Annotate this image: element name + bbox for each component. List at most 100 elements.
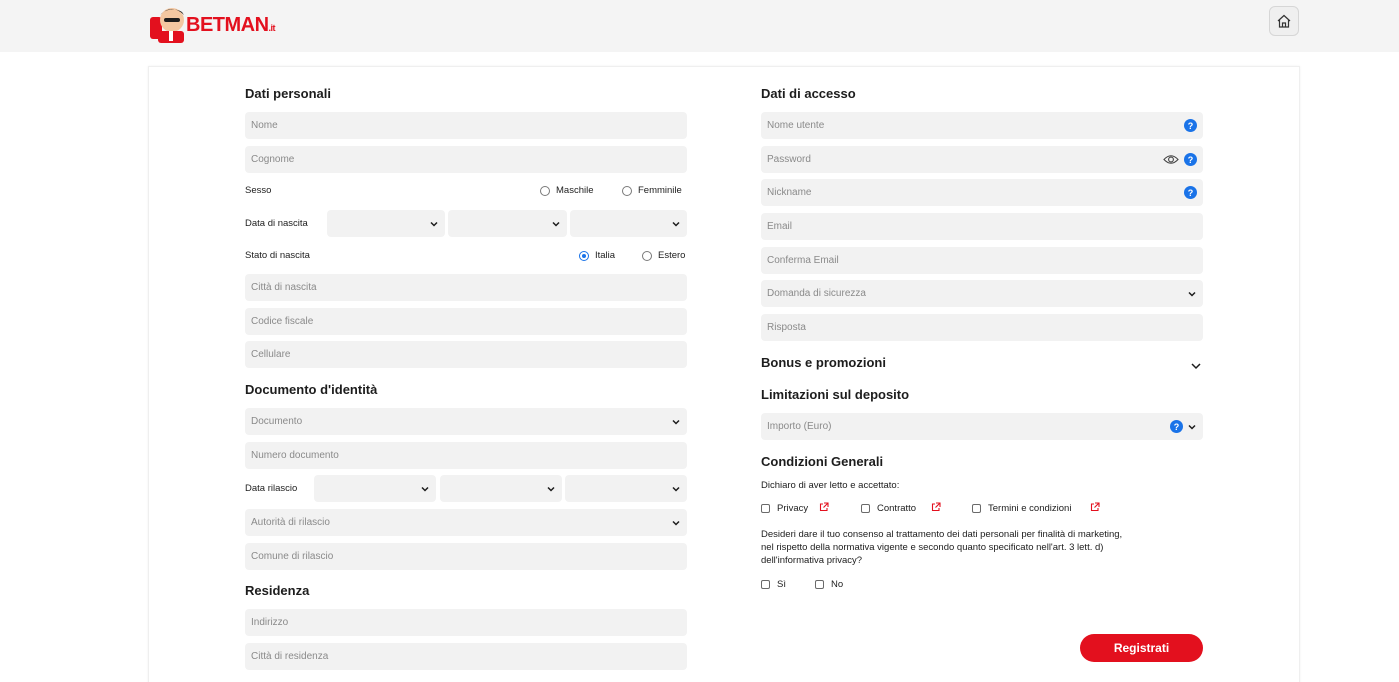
checkbox-box	[815, 580, 824, 589]
radio-label: Femminile	[638, 185, 682, 196]
birth-day-select[interactable]	[327, 210, 445, 237]
nickname-placeholder: Nickname	[767, 187, 812, 198]
mascot-icon	[148, 3, 188, 43]
chevron-down-icon	[672, 221, 680, 227]
help-icon[interactable]: ?	[1184, 119, 1197, 132]
checkbox-box	[972, 504, 981, 513]
help-icon[interactable]: ?	[1170, 420, 1183, 433]
radio-circle	[642, 250, 652, 261]
section-title-deposit: Limitazioni sul deposito	[761, 387, 910, 402]
data-rilascio-label: Data rilascio	[245, 483, 298, 494]
sesso-label: Sesso	[245, 185, 272, 196]
radio-estero[interactable]: Estero	[642, 250, 685, 261]
section-title-bonus[interactable]: Bonus e promozioni	[761, 355, 886, 370]
chevron-down-icon	[672, 419, 680, 425]
nome-input[interactable]: Nome	[245, 112, 687, 139]
birth-year-select[interactable]	[570, 210, 687, 237]
radio-italia[interactable]: Italia	[579, 250, 615, 261]
betman-logo[interactable]: BETMAN.it	[148, 3, 276, 43]
radio-circle-selected	[579, 250, 589, 261]
birth-month-select[interactable]	[448, 210, 567, 237]
numero-documento-input[interactable]: Numero documento	[245, 442, 687, 469]
external-link-icon[interactable]	[931, 502, 941, 512]
documento-select[interactable]: Documento	[245, 408, 687, 435]
section-title-document: Documento d'identità	[245, 382, 378, 397]
email-input[interactable]: Email	[761, 213, 1203, 240]
password-input[interactable]: Password ?	[761, 146, 1203, 173]
registrati-button[interactable]: Registrati	[1080, 634, 1203, 662]
radio-maschile[interactable]: Maschile	[540, 185, 594, 196]
checkbox-consent-yes[interactable]: Sì	[761, 579, 786, 590]
checkbox-box	[761, 580, 770, 589]
external-link-icon[interactable]	[1090, 502, 1100, 512]
autorita-rilascio-select[interactable]: Autorità di rilascio	[245, 509, 687, 536]
external-link-icon[interactable]	[819, 502, 829, 512]
username-placeholder: Nome utente	[767, 120, 825, 131]
eye-icon[interactable]	[1163, 153, 1179, 166]
chevron-down-icon	[672, 520, 680, 526]
answer-input[interactable]: Risposta	[761, 314, 1203, 341]
radio-label: Maschile	[556, 185, 594, 196]
checkbox-label: Contratto	[877, 503, 917, 514]
radio-circle	[540, 185, 550, 196]
comune-rilascio-input[interactable]: Comune di rilascio	[245, 543, 687, 570]
checkbox-privacy[interactable]: Privacy	[761, 503, 808, 514]
checkbox-contratto[interactable]: Contratto	[861, 503, 916, 514]
help-icon[interactable]: ?	[1184, 186, 1197, 199]
username-input[interactable]: Nome utente ?	[761, 112, 1203, 139]
top-bar: BETMAN.it	[0, 0, 1399, 52]
autorita-select-value: Autorità di rilascio	[251, 517, 330, 528]
issue-year-select[interactable]	[565, 475, 687, 502]
chevron-down-icon	[1188, 424, 1196, 430]
chevron-down-icon[interactable]	[1190, 361, 1202, 371]
stato-nascita-label: Stato di nascita	[245, 250, 310, 261]
deposit-amount-value: Importo (Euro)	[767, 421, 832, 432]
terms-intro: Dichiaro di aver letto e accettato:	[761, 480, 900, 491]
checkbox-box	[761, 504, 770, 513]
checkbox-label: No	[831, 579, 844, 590]
documento-select-value: Documento	[251, 416, 303, 427]
chevron-down-icon	[547, 486, 555, 492]
indirizzo-input[interactable]: Indirizzo	[245, 609, 687, 636]
brand-name: BETMAN.it	[186, 13, 276, 36]
chevron-down-icon	[672, 486, 680, 492]
cellulare-input[interactable]: Cellulare	[245, 341, 687, 368]
checkbox-label: Privacy	[777, 503, 809, 514]
password-placeholder: Password	[767, 154, 811, 165]
deposit-amount-select[interactable]: Importo (Euro) ?	[761, 413, 1203, 440]
chevron-down-icon	[421, 486, 429, 492]
codice-fiscale-input[interactable]: Codice fiscale	[245, 308, 687, 335]
chevron-down-icon	[552, 221, 560, 227]
marketing-consent-line-1: Desideri dare il tuo consenso al trattam…	[761, 529, 1123, 540]
issue-month-select[interactable]	[440, 475, 562, 502]
section-title-residence: Residenza	[245, 583, 310, 598]
issue-day-select[interactable]	[314, 475, 436, 502]
checkbox-termini[interactable]: Termini e condizioni	[972, 503, 1071, 514]
data-nascita-label: Data di nascita	[245, 218, 308, 229]
security-question-select[interactable]: Domanda di sicurezza	[761, 280, 1203, 307]
checkbox-consent-no[interactable]: No	[815, 579, 843, 590]
cognome-input[interactable]: Cognome	[245, 146, 687, 173]
checkbox-box	[861, 504, 870, 513]
chevron-down-icon	[1188, 291, 1196, 297]
marketing-consent-line-2: nel rispetto della normativa vigente e s…	[761, 542, 1104, 553]
radio-circle	[622, 185, 632, 196]
section-title-access: Dati di accesso	[761, 86, 856, 101]
section-title-personal: Dati personali	[245, 86, 331, 101]
security-question-value: Domanda di sicurezza	[767, 288, 866, 299]
nickname-input[interactable]: Nickname ?	[761, 179, 1203, 206]
citta-residenza-input[interactable]: Città di residenza	[245, 643, 687, 670]
checkbox-label: Termini e condizioni	[988, 503, 1072, 514]
radio-label: Estero	[658, 250, 686, 261]
chevron-down-icon	[430, 221, 438, 227]
home-button[interactable]	[1269, 6, 1299, 36]
home-icon	[1277, 14, 1291, 28]
marketing-consent-line-3: dell'informativa privacy?	[761, 555, 863, 566]
checkbox-label: Sì	[777, 579, 786, 590]
citta-nascita-input[interactable]: Città di nascita	[245, 274, 687, 301]
help-icon[interactable]: ?	[1184, 153, 1197, 166]
confirm-email-input[interactable]: Conferma Email	[761, 247, 1203, 274]
radio-femminile[interactable]: Femminile	[622, 185, 682, 196]
radio-label: Italia	[595, 250, 616, 261]
section-title-terms: Condizioni Generali	[761, 454, 884, 469]
